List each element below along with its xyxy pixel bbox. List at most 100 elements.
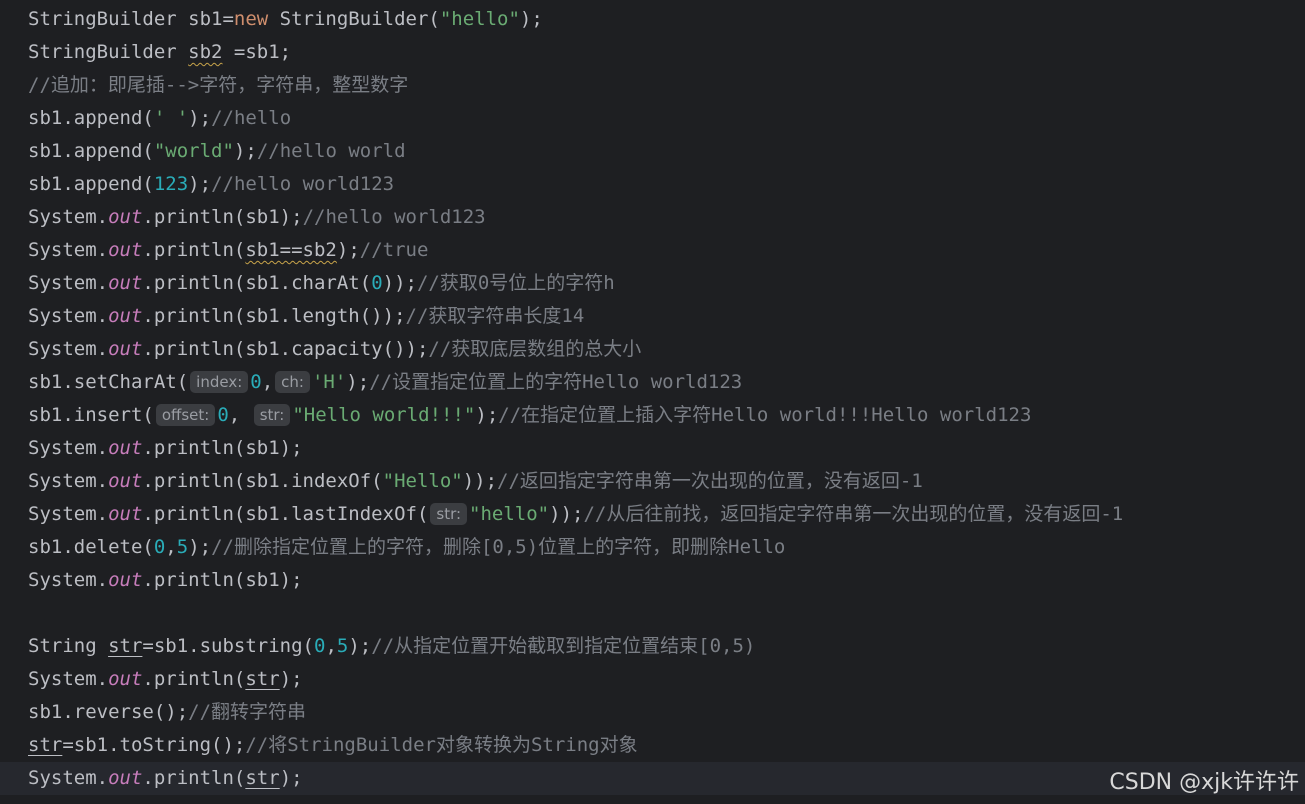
code-line[interactable]: System.out.println(sb1.lastIndexOf(str: "… [0, 498, 1305, 531]
warning-highlight: sb2 [188, 41, 223, 63]
code-token: ); [336, 239, 360, 261]
code-line[interactable] [0, 597, 1305, 630]
code-line[interactable]: System.out.println(str); [0, 663, 1305, 696]
parameter-hint: str: [253, 404, 291, 426]
code-line[interactable]: StringBuilder sb2 =sb1; [0, 36, 1305, 69]
code-token: ); [188, 107, 212, 129]
code-line[interactable]: sb1.reverse();//翻转字符串 [0, 696, 1305, 729]
parameter-hint: index: [190, 371, 249, 393]
code-token: sb1.append( [28, 107, 154, 129]
code-token: out [108, 668, 143, 690]
code-token: ); [279, 767, 303, 789]
code-comment: //在指定位置上插入字符Hello world!!!Hello world123 [498, 404, 1032, 426]
code-token: StringBuilder( [268, 8, 440, 30]
code-token: .println(sb1.charAt( [142, 272, 372, 294]
number-literal: 5 [176, 536, 189, 558]
code-comment: //设置指定位置上的字符Hello world123 [369, 371, 743, 393]
code-comment: //删除指定位置上的字符，删除[0,5)位置上的字符，即删除Hello [211, 536, 786, 558]
keyword: new [233, 8, 269, 30]
code-token: , [165, 536, 177, 558]
warning-highlight: sb1==sb2 [245, 239, 337, 261]
code-token: .println( [142, 668, 246, 690]
code-line[interactable]: System.out.println(sb1); [0, 432, 1305, 465]
code-line[interactable]: sb1.insert(offset: 0, str: "Hello world!!!… [0, 399, 1305, 432]
number-literal: 0 [314, 635, 326, 657]
code-comment: //将StringBuilder对象转换为String对象 [245, 734, 638, 756]
string-literal: 'H' [311, 371, 347, 393]
code-token: sb1.setCharAt( [28, 371, 189, 393]
watermark: CSDN @xjk许许许 [1109, 770, 1299, 795]
code-token: =sb1.substring( [142, 635, 314, 657]
code-line[interactable]: sb1.append(' ');//hello [0, 102, 1305, 135]
code-token: , [261, 371, 274, 393]
code-token: ); [188, 536, 212, 558]
code-token: str [245, 767, 280, 789]
code-line[interactable]: String str=sb1.substring(0,5);//从指定位置开始截… [0, 630, 1305, 663]
code-token: ); [348, 635, 372, 657]
code-token: sb1.delete( [28, 536, 154, 558]
code-token: .println(sb1.indexOf( [142, 470, 383, 492]
code-token: str [108, 635, 143, 657]
code-token: .println(sb1); [142, 206, 303, 228]
code-comment: //hello world123 [211, 173, 395, 195]
code-token: .println( [142, 767, 246, 789]
code-line[interactable]: System.out.println(sb1); [0, 564, 1305, 597]
code-token: out [108, 338, 143, 360]
number-literal: 0 [250, 371, 262, 393]
number-literal: 123 [153, 173, 189, 195]
code-token: out [108, 239, 143, 261]
code-comment: //追加：即尾插-->字符，字符串，整型数字 [28, 74, 409, 96]
code-token: out [108, 305, 143, 327]
code-token: out [108, 437, 143, 459]
code-token: System. [28, 668, 109, 690]
code-token: sb1.append( [28, 140, 154, 162]
code-token: out [108, 503, 143, 525]
code-token: sb1.insert( [28, 404, 154, 426]
code-line[interactable]: System.out.println(sb1);//hello world123 [0, 201, 1305, 234]
code-token: System. [28, 272, 109, 294]
code-line[interactable]: StringBuilder sb1=new StringBuilder("hel… [0, 3, 1305, 36]
number-literal: 0 [371, 272, 383, 294]
code-line[interactable]: System.out.println(sb1.indexOf("Hello"))… [0, 465, 1305, 498]
code-token: sb1.append( [28, 173, 154, 195]
code-comment: //获取字符串长度14 [405, 305, 585, 327]
code-line[interactable]: sb1.setCharAt(index: 0, ch: 'H');//设置指定位置上的… [0, 366, 1305, 399]
string-literal: "Hello world!!!" [292, 404, 476, 426]
code-token: )); [549, 503, 584, 525]
code-token: ); [279, 668, 303, 690]
code-line[interactable]: System.out.println(sb1==sb2);//true [0, 234, 1305, 267]
code-line[interactable]: System.out.println(sb1.length());//获取字符串… [0, 300, 1305, 333]
code-token: )); [382, 272, 417, 294]
string-literal: "Hello" [382, 470, 463, 492]
code-token: ); [475, 404, 499, 426]
string-literal: "hello" [439, 8, 520, 30]
code-token: ); [346, 371, 370, 393]
code-line[interactable]: sb1.append(123);//hello world123 [0, 168, 1305, 201]
code-token: out [108, 569, 143, 591]
code-token: ); [188, 173, 212, 195]
code-token: System. [28, 470, 109, 492]
code-comment: //hello world123 [302, 206, 486, 228]
code-line[interactable]: sb1.append("world");//hello world [0, 135, 1305, 168]
code-token: , [228, 404, 252, 426]
code-token: System. [28, 503, 109, 525]
code-line[interactable]: str=sb1.toString();//将StringBuilder对象转换为… [0, 729, 1305, 762]
code-line[interactable]: sb1.delete(0,5);//删除指定位置上的字符，删除[0,5)位置上的… [0, 531, 1305, 564]
parameter-hint: ch: [275, 371, 310, 393]
code-token: sb1.reverse(); [28, 701, 189, 723]
number-literal: 5 [336, 635, 349, 657]
code-line[interactable]: System.out.println(sb1.capacity());//获取底… [0, 333, 1305, 366]
code-token: .println(sb1); [142, 437, 303, 459]
code-line[interactable]: System.out.println(sb1.charAt(0));//获取0号… [0, 267, 1305, 300]
code-comment: //从指定位置开始截取到指定位置结束[0,5) [371, 635, 756, 657]
code-token: out [108, 272, 143, 294]
code-token: StringBuilder sb1= [28, 8, 234, 30]
code-token: System. [28, 767, 109, 789]
code-line[interactable]: //追加：即尾插-->字符，字符串，整型数字 [0, 69, 1305, 102]
code-token: str [245, 668, 280, 690]
code-token: .println(sb1); [142, 569, 303, 591]
code-editor[interactable]: StringBuilder sb1=new StringBuilder("hel… [0, 0, 1305, 804]
code-token: System. [28, 569, 109, 591]
code-comment: //hello world [256, 140, 406, 162]
code-token: =sb1; [222, 41, 292, 63]
